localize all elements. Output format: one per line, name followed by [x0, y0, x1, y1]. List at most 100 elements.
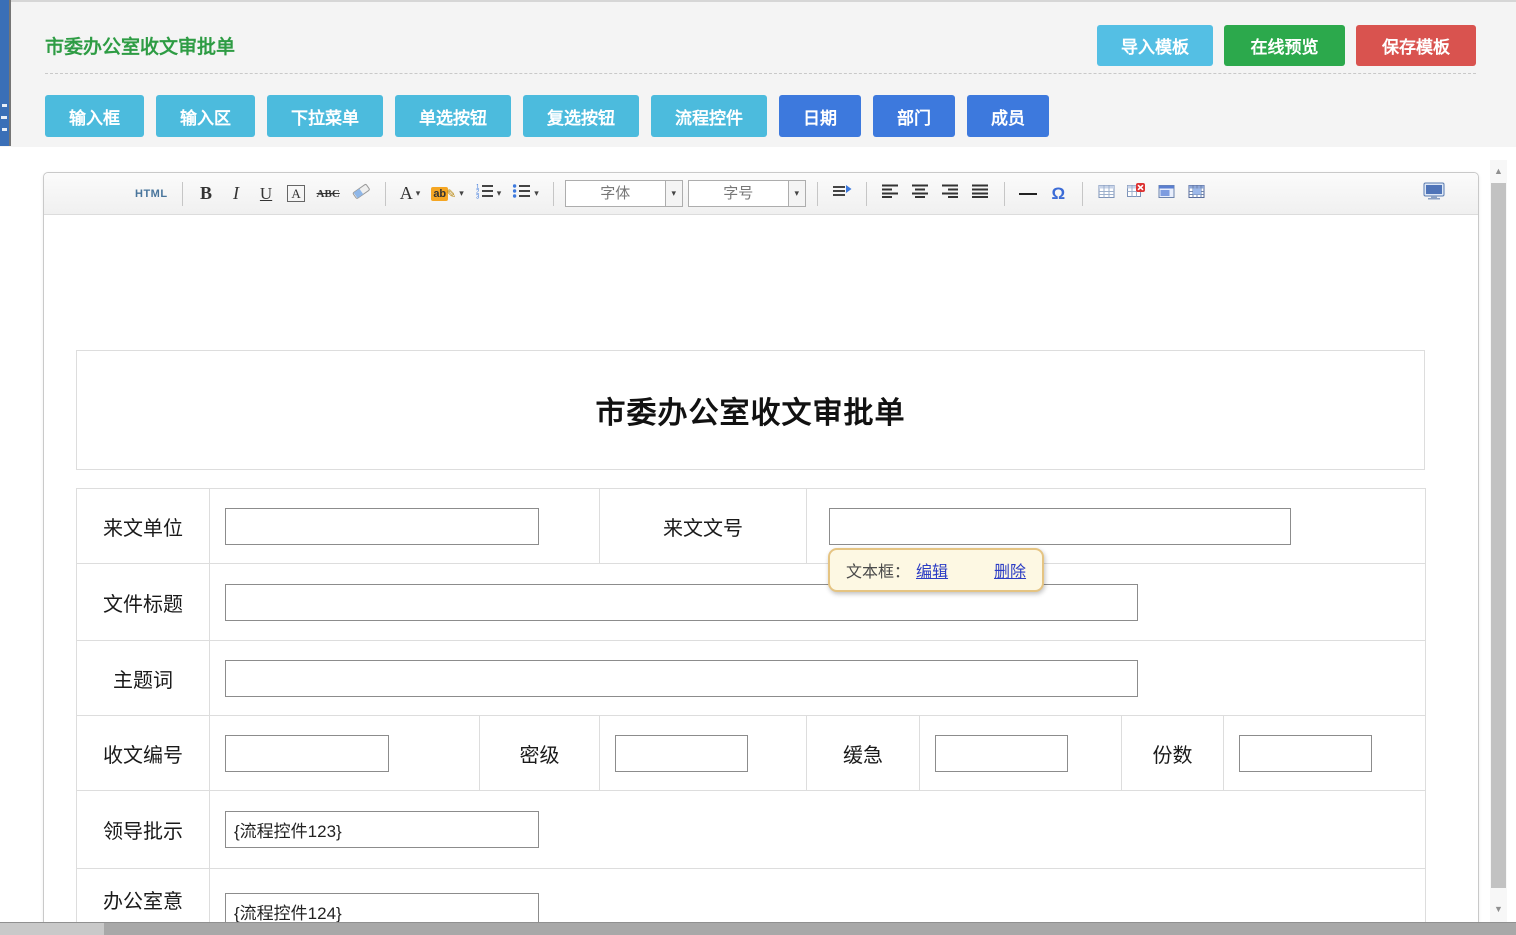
table-row: 文件标题	[77, 564, 1426, 641]
chevron-down-icon: ▾	[795, 188, 800, 199]
receipt-number-input[interactable]	[225, 735, 389, 772]
secrecy-level-label: 密级	[480, 716, 600, 791]
table-cell	[1224, 716, 1426, 791]
urgency-input[interactable]	[935, 735, 1068, 772]
horizontal-rule-button[interactable]	[1016, 180, 1041, 207]
scroll-down-arrow[interactable]: ▼	[1490, 900, 1507, 918]
table-row: 收文编号 密级 缓急 份数	[77, 716, 1426, 791]
horizontal-rule-icon	[1019, 193, 1037, 195]
incoming-unit-label: 来文单位	[77, 489, 210, 564]
indent-button[interactable]	[829, 180, 855, 207]
subject-word-input[interactable]	[225, 660, 1138, 697]
align-right-icon	[941, 184, 959, 203]
underline-button[interactable]: U	[254, 180, 279, 207]
indent-icon	[832, 184, 852, 203]
import-template-button[interactable]: 导入模板	[1097, 25, 1213, 66]
table-cell	[210, 564, 1426, 641]
align-right-button[interactable]	[938, 180, 963, 207]
toolbar-separator	[553, 182, 554, 206]
page-title: 市委办公室收文审批单	[45, 32, 235, 59]
char-border-button[interactable]: A	[284, 180, 309, 207]
remove-format-button[interactable]	[348, 180, 374, 207]
subject-word-label: 主题词	[77, 641, 210, 716]
table-icon	[1098, 184, 1115, 204]
strikethrough-button[interactable]: ABC	[314, 180, 343, 207]
incoming-number-input[interactable]	[829, 508, 1291, 545]
unordered-list-icon	[512, 183, 531, 204]
toolbar-separator	[385, 182, 386, 206]
table-row: 来文单位 来文文号	[77, 489, 1426, 564]
online-preview-button[interactable]: 在线预览	[1224, 25, 1345, 66]
table-delete-icon	[1127, 183, 1145, 204]
italic-button[interactable]: I	[224, 180, 249, 207]
insert-table-button[interactable]	[1094, 180, 1119, 207]
leader-instruction-input[interactable]	[225, 811, 539, 848]
font-color-button[interactable]: A ▾	[397, 180, 424, 207]
secrecy-level-input[interactable]	[615, 735, 748, 772]
editor-toolbar: HTML B I U A ABC A ▾ ab ✎ ▾ 123 ▾ ▾ 字体	[44, 173, 1478, 215]
unordered-list-button[interactable]: ▾	[509, 180, 542, 207]
scrollbar-thumb[interactable]	[1491, 183, 1506, 888]
document-title-box: 市委办公室收文审批单	[76, 350, 1425, 470]
chevron-down-icon: ▾	[672, 188, 677, 199]
form-table: 来文单位 来文文号 文件标题 主题词 收文编号 密级 缓急 份数	[76, 488, 1426, 935]
delete-table-button[interactable]	[1124, 180, 1149, 207]
font-size-value: 字号	[689, 181, 788, 206]
chevron-down-icon: ▾	[459, 188, 464, 199]
page-header: 市委办公室收文审批单 导入模板 在线预览 保存模板 输入框 输入区 下拉菜单 单…	[0, 2, 1516, 147]
toolbar-separator	[1004, 182, 1005, 206]
strip-mark	[2, 104, 7, 107]
align-justify-button[interactable]	[968, 180, 993, 207]
bold-button[interactable]: B	[194, 180, 219, 207]
edit-link[interactable]: 编辑	[916, 558, 948, 582]
urgency-label: 缓急	[807, 716, 920, 791]
font-size-dropdown-button[interactable]: ▾	[788, 181, 805, 206]
table-cell	[600, 716, 807, 791]
align-justify-icon	[971, 184, 989, 203]
font-family-select[interactable]: 字体 ▾	[565, 180, 683, 207]
highlight-color-button[interactable]: ab ✎ ▾	[428, 180, 466, 207]
eraser-icon	[351, 183, 371, 205]
rich-text-editor: HTML B I U A ABC A ▾ ab ✎ ▾ 123 ▾ ▾ 字体	[43, 172, 1479, 935]
svg-text:3: 3	[476, 195, 480, 200]
scroll-up-arrow[interactable]: ▲	[1490, 162, 1507, 180]
copies-input[interactable]	[1239, 735, 1372, 772]
add-checkbox-button[interactable]: 复选按钮	[523, 95, 639, 137]
strip-mark	[2, 128, 7, 131]
chevron-down-icon: ▾	[497, 188, 502, 199]
align-center-icon	[911, 184, 929, 203]
ordered-list-icon: 123	[475, 183, 494, 204]
scrollbar[interactable]: ▲ ▼	[1490, 160, 1507, 922]
add-member-button[interactable]: 成员	[967, 95, 1049, 137]
control-button-row: 输入框 输入区 下拉菜单 单选按钮 复选按钮 流程控件 日期 部门 成员	[45, 95, 1049, 137]
add-flow-control-button[interactable]: 流程控件	[651, 95, 767, 137]
font-size-select[interactable]: 字号 ▾	[688, 180, 806, 207]
align-center-button[interactable]	[908, 180, 933, 207]
incoming-unit-input[interactable]	[225, 508, 539, 545]
chevron-down-icon: ▾	[534, 188, 539, 199]
add-textarea-button[interactable]: 输入区	[156, 95, 255, 137]
font-family-dropdown-button[interactable]: ▾	[665, 181, 682, 206]
add-input-box-button[interactable]: 输入框	[45, 95, 144, 137]
table-cell	[210, 489, 600, 564]
header-divider	[45, 73, 1476, 74]
pencil-icon: ✎	[446, 187, 456, 201]
table-properties-button[interactable]	[1154, 180, 1179, 207]
cell-properties-button[interactable]	[1184, 180, 1209, 207]
font-family-value: 字体	[566, 181, 665, 206]
special-char-button[interactable]: Ω	[1046, 180, 1071, 207]
add-dropdown-button[interactable]: 下拉菜单	[267, 95, 383, 137]
add-date-button[interactable]: 日期	[779, 95, 861, 137]
add-department-button[interactable]: 部门	[873, 95, 955, 137]
field-action-tooltip: 文本框： 编辑 删除	[828, 548, 1044, 592]
tooltip-label: 文本框：	[846, 558, 910, 582]
table-row: 领导批示	[77, 791, 1426, 869]
fullscreen-button[interactable]	[1420, 180, 1448, 207]
align-left-button[interactable]	[878, 180, 903, 207]
editor-content-area[interactable]: 市委办公室收文审批单 来文单位 来文文号 文件标题 主题词 收文编	[44, 215, 1478, 935]
add-radio-button[interactable]: 单选按钮	[395, 95, 511, 137]
save-template-button[interactable]: 保存模板	[1356, 25, 1476, 66]
ordered-list-button[interactable]: 123 ▾	[472, 180, 505, 207]
delete-link[interactable]: 删除	[994, 558, 1026, 582]
html-source-button[interactable]: HTML	[132, 180, 171, 207]
